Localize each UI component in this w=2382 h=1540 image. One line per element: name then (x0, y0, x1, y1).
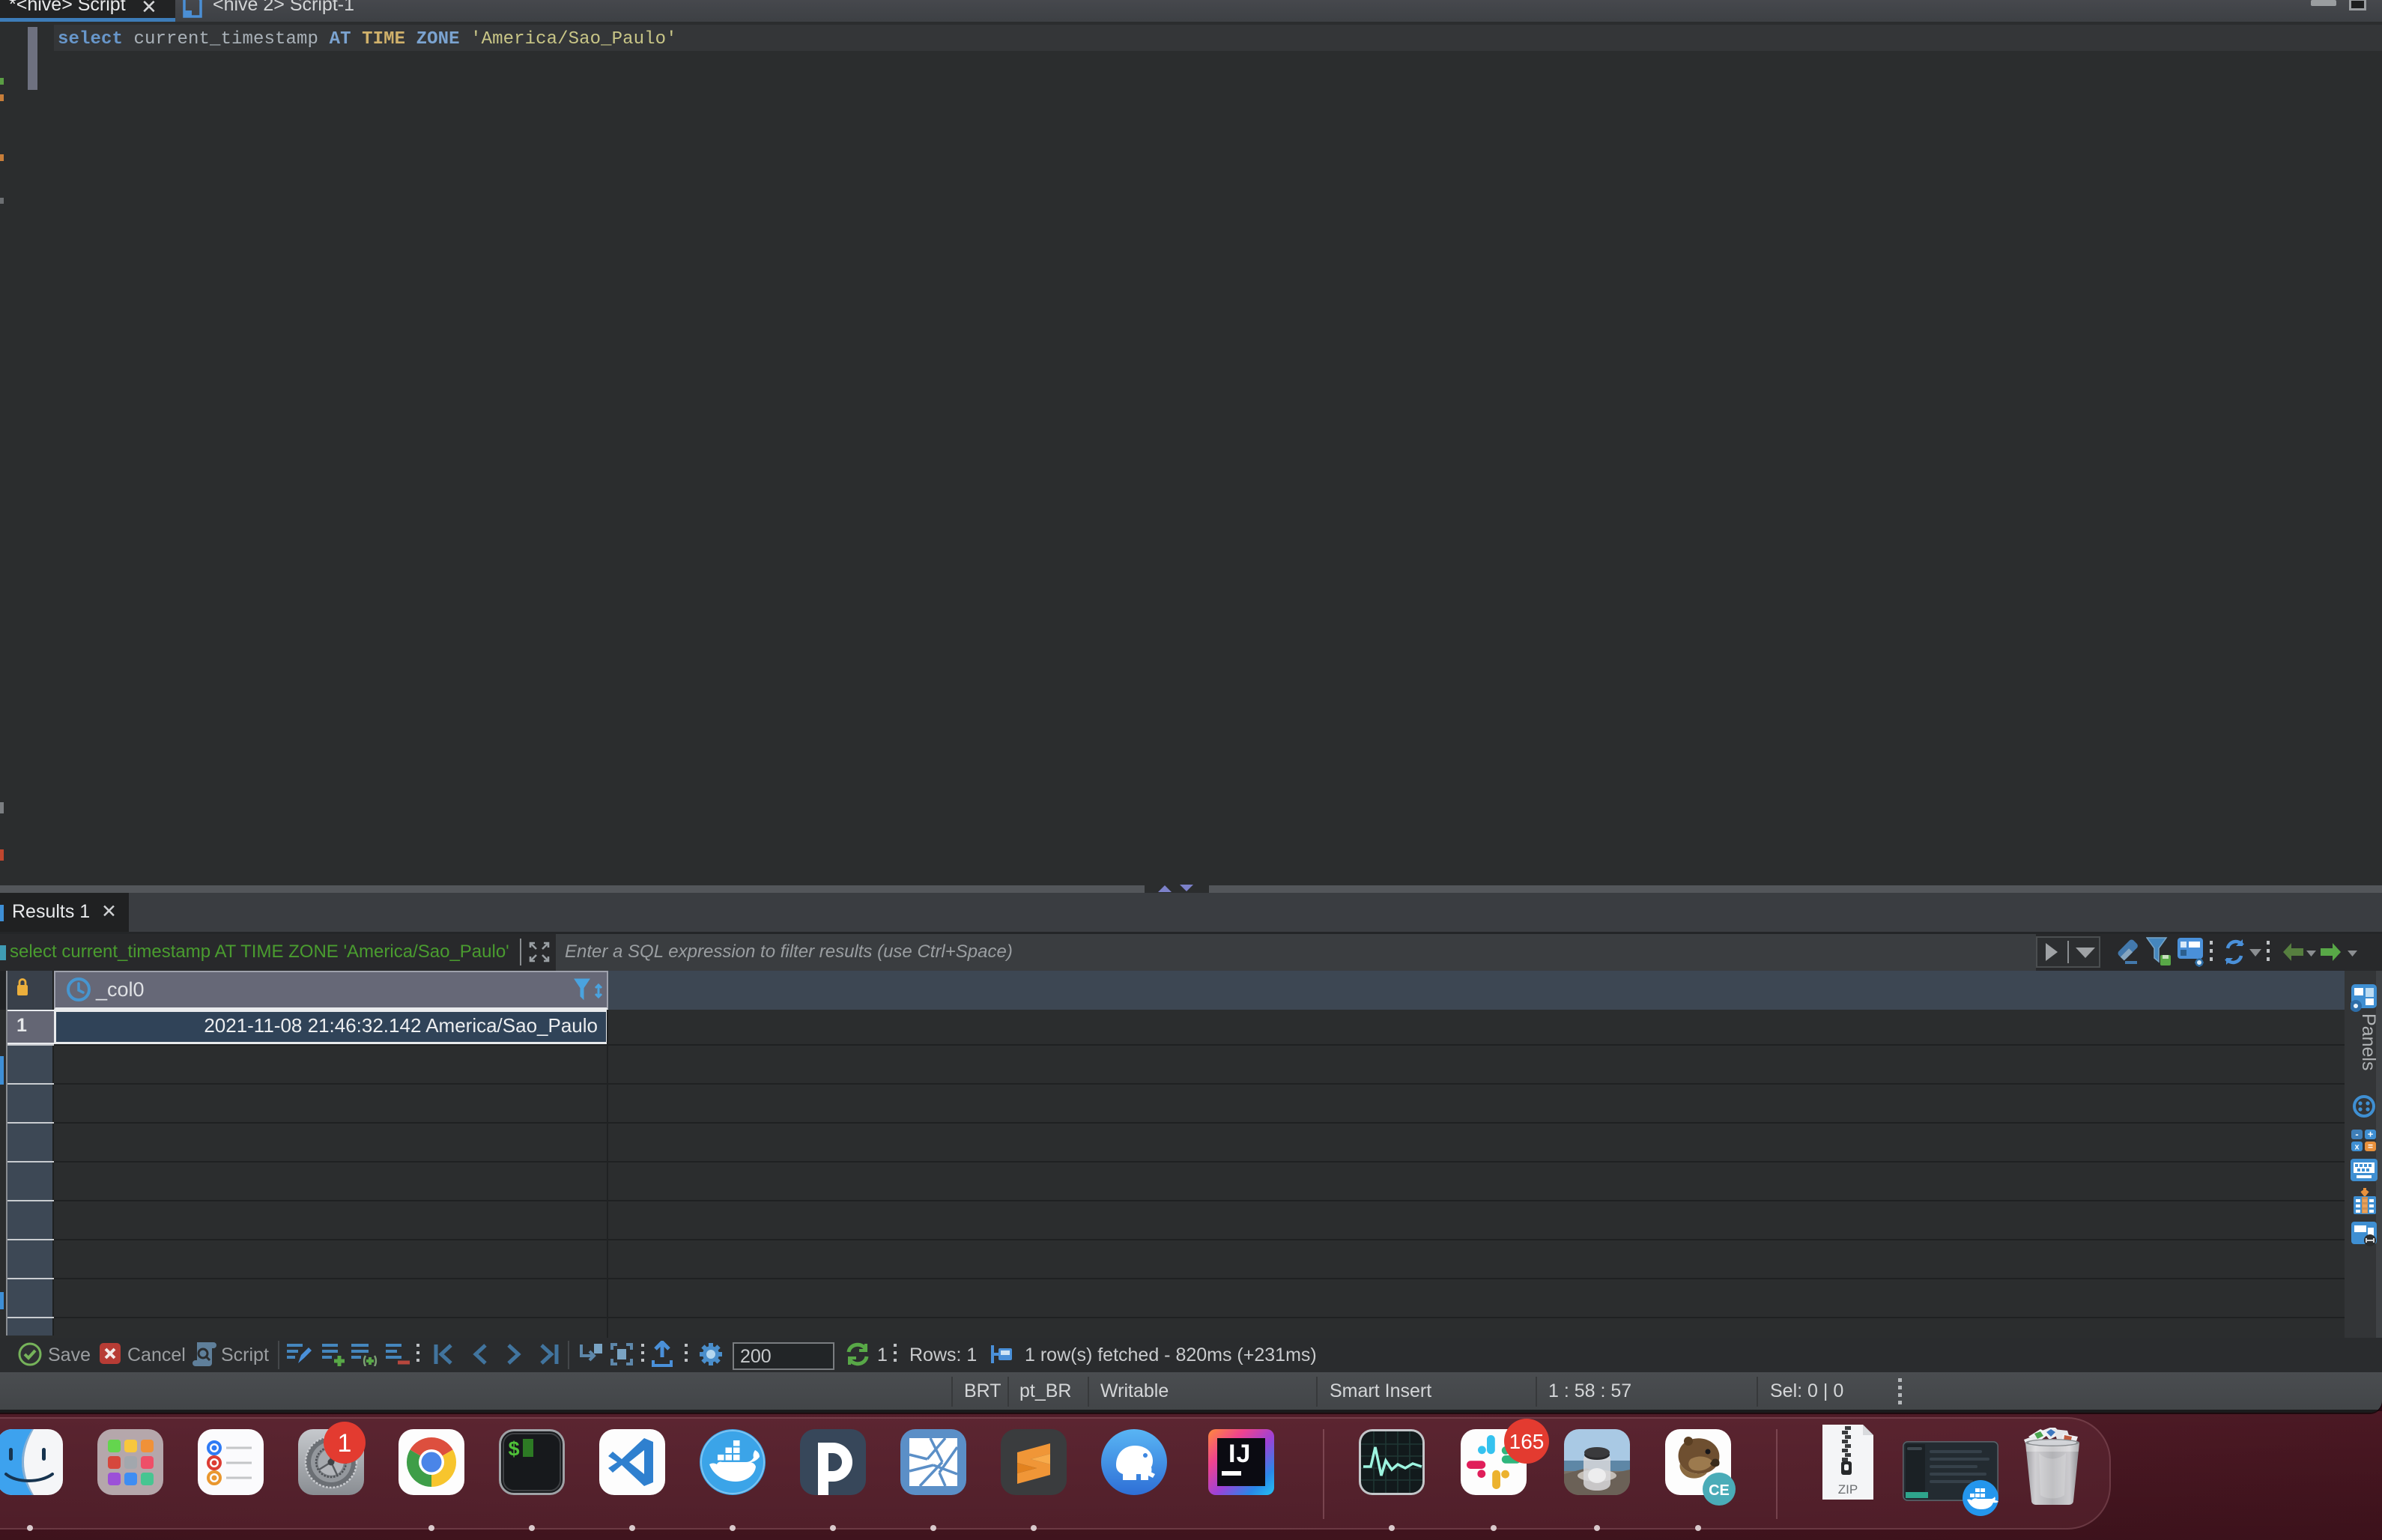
svg-text:+: + (2368, 1129, 2374, 1140)
svg-text:ZIP: ZIP (1838, 1482, 1858, 1497)
svg-text:165: 165 (1509, 1430, 1545, 1453)
svg-text:$: $ (508, 1440, 520, 1462)
svg-text:=: = (2368, 1142, 2373, 1152)
svg-text:x: x (2354, 1143, 2360, 1152)
svg-text:1: 1 (338, 1429, 352, 1458)
svg-text:-: - (2355, 1129, 2358, 1140)
svg-text:CE: CE (1709, 1482, 1730, 1499)
